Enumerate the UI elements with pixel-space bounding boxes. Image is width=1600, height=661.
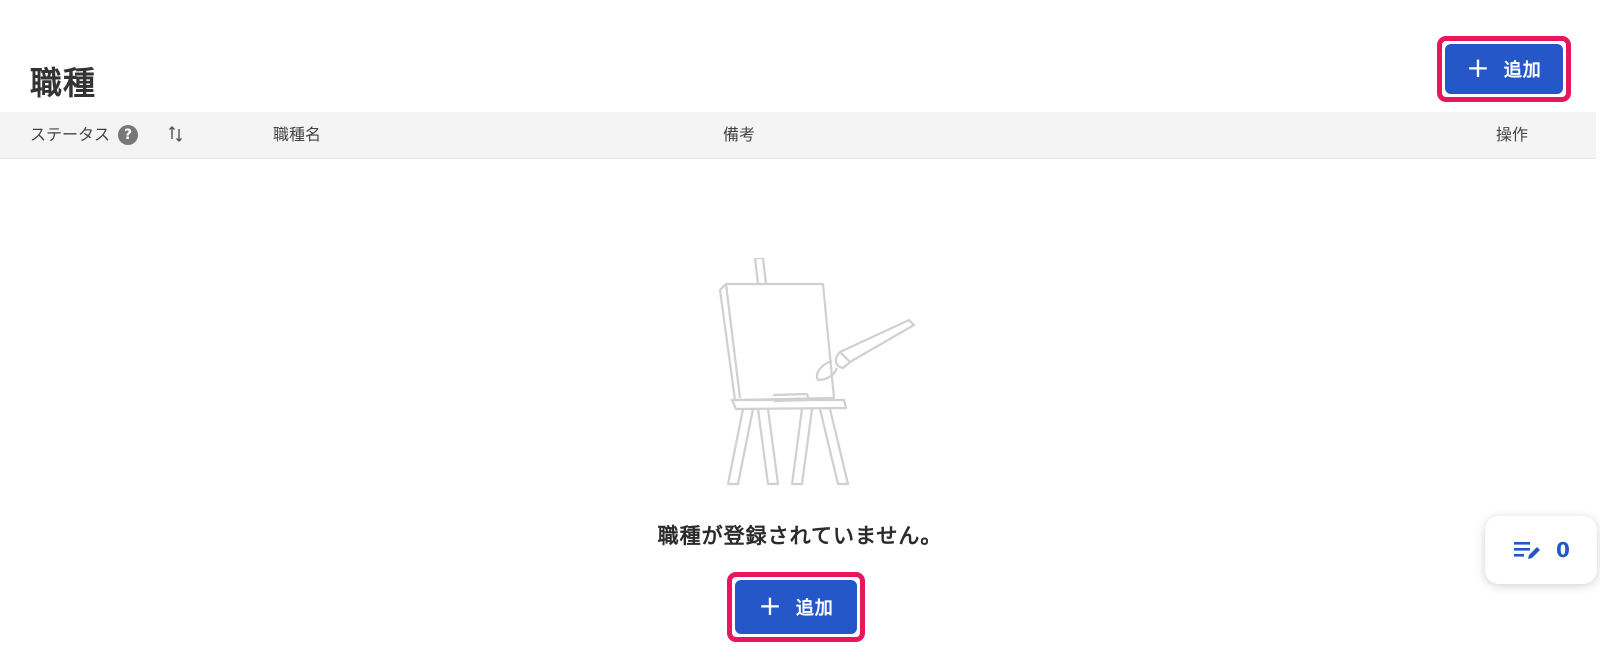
floating-edit-widget[interactable]: 0: [1485, 516, 1597, 584]
column-header-name: 職種名: [273, 125, 322, 144]
column-header-operations: 操作: [1496, 125, 1529, 144]
column-header-note: 備考: [723, 125, 756, 144]
page: 職種 + 追加 ステータス ? 職種名 備考 操作 職種が登録されていません。 …: [0, 0, 1600, 661]
column-header-status: ステータス ?: [30, 125, 139, 145]
help-icon[interactable]: ?: [118, 125, 139, 145]
list-edit-icon: [1514, 542, 1541, 559]
table-header: ステータス ? 職種名 備考 操作: [0, 112, 1596, 159]
add-button-center[interactable]: + 追加: [735, 580, 857, 634]
empty-state-message: 職種が登録されていません。: [657, 524, 943, 548]
floating-widget-count: 0: [1556, 538, 1570, 562]
page-title: 職種: [30, 64, 97, 103]
column-header-status-label: ステータス: [30, 125, 111, 144]
add-button-label: 追加: [1503, 60, 1542, 81]
add-button-highlight-center: + 追加: [727, 572, 865, 642]
plus-icon: +: [758, 588, 782, 622]
add-button-highlight-top: + 追加: [1437, 36, 1571, 102]
plus-icon: +: [1466, 50, 1490, 84]
add-button-top[interactable]: + 追加: [1445, 44, 1563, 94]
sort-arrows-icon[interactable]: [168, 124, 184, 144]
add-button-label: 追加: [795, 598, 834, 619]
easel-canvas-icon: [718, 258, 916, 486]
